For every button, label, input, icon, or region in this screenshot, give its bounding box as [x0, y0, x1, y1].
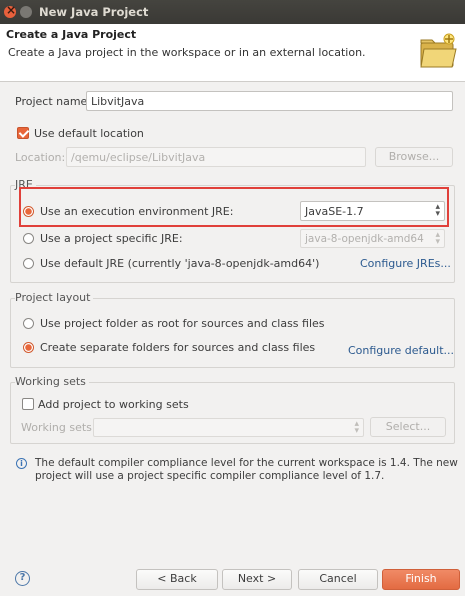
working-sets-select[interactable]: ▴ ▾: [93, 418, 364, 437]
configure-jres-link[interactable]: Configure JREs...: [360, 257, 451, 270]
chevron-updown-icon: ▴ ▾: [435, 230, 440, 247]
project-root-radio[interactable]: [23, 318, 34, 329]
working-sets-group-title: Working sets: [15, 375, 89, 388]
separate-folders-label: Create separate folders for sources and …: [40, 341, 316, 354]
default-jre-label: Use default JRE (currently 'java-8-openj…: [40, 257, 320, 270]
next-button[interactable]: Next >: [222, 569, 292, 590]
working-sets-label: Working sets:: [21, 421, 96, 434]
location-input[interactable]: /qemu/eclipse/LibvitJava: [66, 147, 366, 167]
default-jre-radio[interactable]: [23, 258, 34, 269]
close-icon[interactable]: [4, 3, 16, 18]
project-layout-group: [10, 298, 455, 368]
use-default-location-checkbox[interactable]: [17, 127, 29, 139]
select-working-sets-button[interactable]: Select...: [370, 417, 446, 437]
page-title: Create a Java Project: [6, 28, 137, 41]
help-icon[interactable]: ?: [15, 571, 30, 586]
chevron-updown-icon: ▴ ▾: [435, 202, 440, 219]
info-message-line1: The default compiler compliance level fo…: [35, 457, 458, 469]
use-default-location-label: Use default location: [34, 127, 144, 140]
add-to-working-sets-checkbox[interactable]: [22, 398, 34, 410]
project-layout-group-title: Project layout: [15, 291, 94, 304]
execution-env-radio[interactable]: [23, 206, 34, 217]
location-label: Location:: [15, 151, 66, 164]
window-title: New Java Project: [39, 5, 149, 19]
execution-env-label: Use an execution environment JRE:: [40, 205, 234, 218]
separate-folders-radio[interactable]: [23, 342, 34, 353]
finish-button[interactable]: Finish: [382, 569, 460, 590]
project-name-label: Project name:: [15, 95, 92, 108]
project-specific-jre-value: java-8-openjdk-amd64: [305, 233, 424, 245]
info-message-line2: project will use a project specific comp…: [35, 470, 385, 482]
execution-env-select[interactable]: JavaSE-1.7 ▴ ▾: [300, 201, 445, 221]
project-specific-jre-label: Use a project specific JRE:: [40, 232, 183, 245]
execution-env-value: JavaSE-1.7: [305, 205, 364, 218]
minimize-icon[interactable]: [20, 6, 32, 18]
project-root-label: Use project folder as root for sources a…: [40, 317, 325, 330]
configure-default-link[interactable]: Configure default...: [348, 344, 454, 357]
browse-button[interactable]: Browse...: [375, 147, 453, 167]
project-specific-jre-select[interactable]: java-8-openjdk-amd64 ▴ ▾: [300, 229, 445, 248]
back-button[interactable]: < Back: [136, 569, 218, 590]
window-titlebar: New Java Project: [0, 0, 465, 24]
info-icon: i: [16, 458, 27, 469]
new-project-folder-icon: [420, 33, 457, 68]
cancel-button[interactable]: Cancel: [298, 569, 378, 590]
add-to-working-sets-label: Add project to working sets: [38, 398, 189, 411]
wizard-header: Create a Java Project Create a Java proj…: [0, 24, 465, 82]
chevron-updown-icon: ▴ ▾: [354, 419, 359, 436]
page-subtitle: Create a Java project in the workspace o…: [8, 46, 366, 59]
project-specific-jre-radio[interactable]: [23, 233, 34, 244]
project-name-input[interactable]: LibvitJava: [86, 91, 453, 111]
